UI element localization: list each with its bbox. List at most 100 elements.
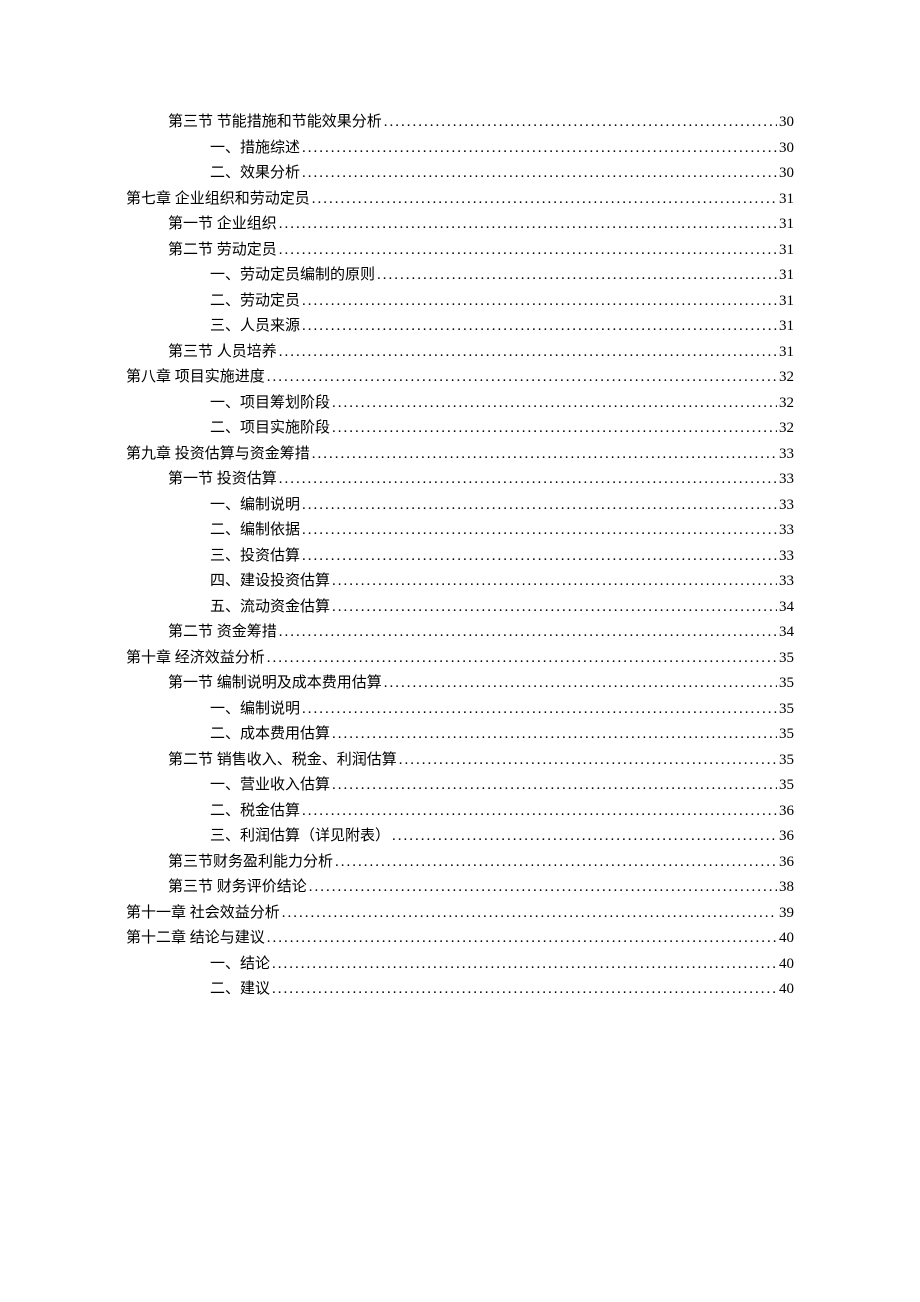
toc-entry: 二、税金估算36 bbox=[210, 799, 794, 825]
toc-leader-dots bbox=[302, 518, 777, 544]
toc-entry: 二、效果分析30 bbox=[210, 161, 794, 187]
toc-page-number: 36 bbox=[779, 850, 794, 876]
toc-page-number: 31 bbox=[779, 289, 794, 315]
toc-entry: 第二节 资金筹措 34 bbox=[168, 620, 794, 646]
toc-page-number: 40 bbox=[779, 977, 794, 1003]
toc-page-number: 31 bbox=[779, 187, 794, 213]
toc-page-number: 34 bbox=[779, 595, 794, 621]
toc-label: 第三节 人员培养 bbox=[168, 340, 277, 366]
toc-leader-dots bbox=[332, 569, 777, 595]
toc-entry: 三、利润估算（详见附表） 36 bbox=[210, 824, 794, 850]
toc-page-number: 40 bbox=[779, 952, 794, 978]
toc-page-number: 33 bbox=[779, 467, 794, 493]
toc-leader-dots bbox=[384, 110, 777, 136]
toc-leader-dots bbox=[384, 671, 777, 697]
toc-label: 二、项目实施阶段 bbox=[210, 416, 330, 442]
toc-leader-dots bbox=[279, 212, 777, 238]
toc-label: 三、投资估算 bbox=[210, 544, 300, 570]
toc-leader-dots bbox=[302, 161, 777, 187]
table-of-contents: 第三节 节能措施和节能效果分析30一、措施综述30二、效果分析30第七章 企业组… bbox=[126, 110, 794, 1003]
toc-entry: 一、营业收入估算35 bbox=[210, 773, 794, 799]
toc-leader-dots bbox=[332, 416, 777, 442]
toc-page-number: 33 bbox=[779, 493, 794, 519]
toc-entry: 一、编制说明33 bbox=[210, 493, 794, 519]
toc-entry: 第一节 投资估算 33 bbox=[168, 467, 794, 493]
toc-leader-dots bbox=[302, 289, 777, 315]
toc-leader-dots bbox=[312, 187, 777, 213]
toc-page-number: 30 bbox=[779, 161, 794, 187]
toc-page-number: 34 bbox=[779, 620, 794, 646]
toc-page-number: 31 bbox=[779, 212, 794, 238]
toc-entry: 二、项目实施阶段 32 bbox=[210, 416, 794, 442]
toc-leader-dots bbox=[335, 850, 777, 876]
toc-entry: 第十一章 社会效益分析39 bbox=[126, 901, 794, 927]
toc-leader-dots bbox=[392, 824, 777, 850]
toc-entry: 第二节 劳动定员31 bbox=[168, 238, 794, 264]
toc-label: 第十一章 社会效益分析 bbox=[126, 901, 280, 927]
toc-label: 第一节 企业组织 bbox=[168, 212, 277, 238]
toc-entry: 三、投资估算33 bbox=[210, 544, 794, 570]
toc-leader-dots bbox=[279, 620, 777, 646]
toc-entry: 第一节 企业组织 31 bbox=[168, 212, 794, 238]
toc-leader-dots bbox=[279, 467, 777, 493]
toc-label: 第一节 编制说明及成本费用估算 bbox=[168, 671, 382, 697]
toc-label: 二、成本费用估算 bbox=[210, 722, 330, 748]
toc-page-number: 36 bbox=[779, 824, 794, 850]
toc-leader-dots bbox=[302, 697, 777, 723]
toc-page-number: 35 bbox=[779, 646, 794, 672]
toc-entry: 二、编制依据33 bbox=[210, 518, 794, 544]
toc-leader-dots bbox=[312, 442, 777, 468]
toc-leader-dots bbox=[302, 544, 777, 570]
toc-page-number: 33 bbox=[779, 518, 794, 544]
toc-entry: 三、人员来源 31 bbox=[210, 314, 794, 340]
toc-entry: 第三节财务盈利能力分析 36 bbox=[168, 850, 794, 876]
toc-leader-dots bbox=[332, 722, 777, 748]
toc-leader-dots bbox=[282, 901, 777, 927]
toc-page-number: 31 bbox=[779, 238, 794, 264]
toc-leader-dots bbox=[302, 314, 777, 340]
toc-label: 二、劳动定员 bbox=[210, 289, 300, 315]
toc-entry: 一、结论 40 bbox=[210, 952, 794, 978]
toc-label: 第三节财务盈利能力分析 bbox=[168, 850, 333, 876]
toc-page-number: 33 bbox=[779, 569, 794, 595]
toc-label: 一、结论 bbox=[210, 952, 270, 978]
toc-entry: 第一节 编制说明及成本费用估算 35 bbox=[168, 671, 794, 697]
toc-label: 三、人员来源 bbox=[210, 314, 300, 340]
toc-entry: 一、项目筹划阶段32 bbox=[210, 391, 794, 417]
toc-label: 第八章 项目实施进度 bbox=[126, 365, 265, 391]
toc-entry: 第三节 节能措施和节能效果分析30 bbox=[168, 110, 794, 136]
toc-page-number: 38 bbox=[779, 875, 794, 901]
toc-label: 第二节 资金筹措 bbox=[168, 620, 277, 646]
toc-entry: 第十二章 结论与建议40 bbox=[126, 926, 794, 952]
toc-leader-dots bbox=[267, 365, 777, 391]
toc-label: 第九章 投资估算与资金筹措 bbox=[126, 442, 310, 468]
toc-entry: 第二节 销售收入、税金、利润估算35 bbox=[168, 748, 794, 774]
toc-leader-dots bbox=[272, 952, 777, 978]
toc-entry: 第十章 经济效益分析35 bbox=[126, 646, 794, 672]
toc-label: 第一节 投资估算 bbox=[168, 467, 277, 493]
toc-entry: 二、劳动定员 31 bbox=[210, 289, 794, 315]
toc-label: 二、建议 bbox=[210, 977, 270, 1003]
toc-entry: 第九章 投资估算与资金筹措 33 bbox=[126, 442, 794, 468]
toc-page-number: 33 bbox=[779, 442, 794, 468]
toc-page-number: 32 bbox=[779, 416, 794, 442]
toc-label: 第二节 销售收入、税金、利润估算 bbox=[168, 748, 397, 774]
toc-leader-dots bbox=[332, 595, 777, 621]
toc-label: 一、营业收入估算 bbox=[210, 773, 330, 799]
toc-label: 一、措施综述 bbox=[210, 136, 300, 162]
toc-page-number: 35 bbox=[779, 671, 794, 697]
toc-entry: 二、成本费用估算35 bbox=[210, 722, 794, 748]
toc-label: 第三节 财务评价结论 bbox=[168, 875, 307, 901]
toc-page-number: 31 bbox=[779, 263, 794, 289]
toc-page-number: 31 bbox=[779, 314, 794, 340]
toc-page-number: 32 bbox=[779, 365, 794, 391]
toc-entry: 第三节 财务评价结论 38 bbox=[168, 875, 794, 901]
toc-leader-dots bbox=[279, 238, 777, 264]
toc-leader-dots bbox=[267, 646, 777, 672]
toc-page-number: 36 bbox=[779, 799, 794, 825]
toc-entry: 一、编制说明35 bbox=[210, 697, 794, 723]
toc-label: 一、项目筹划阶段 bbox=[210, 391, 330, 417]
toc-label: 五、流动资金估算 bbox=[210, 595, 330, 621]
toc-label: 三、利润估算（详见附表） bbox=[210, 824, 390, 850]
toc-entry: 四、建设投资估算33 bbox=[210, 569, 794, 595]
